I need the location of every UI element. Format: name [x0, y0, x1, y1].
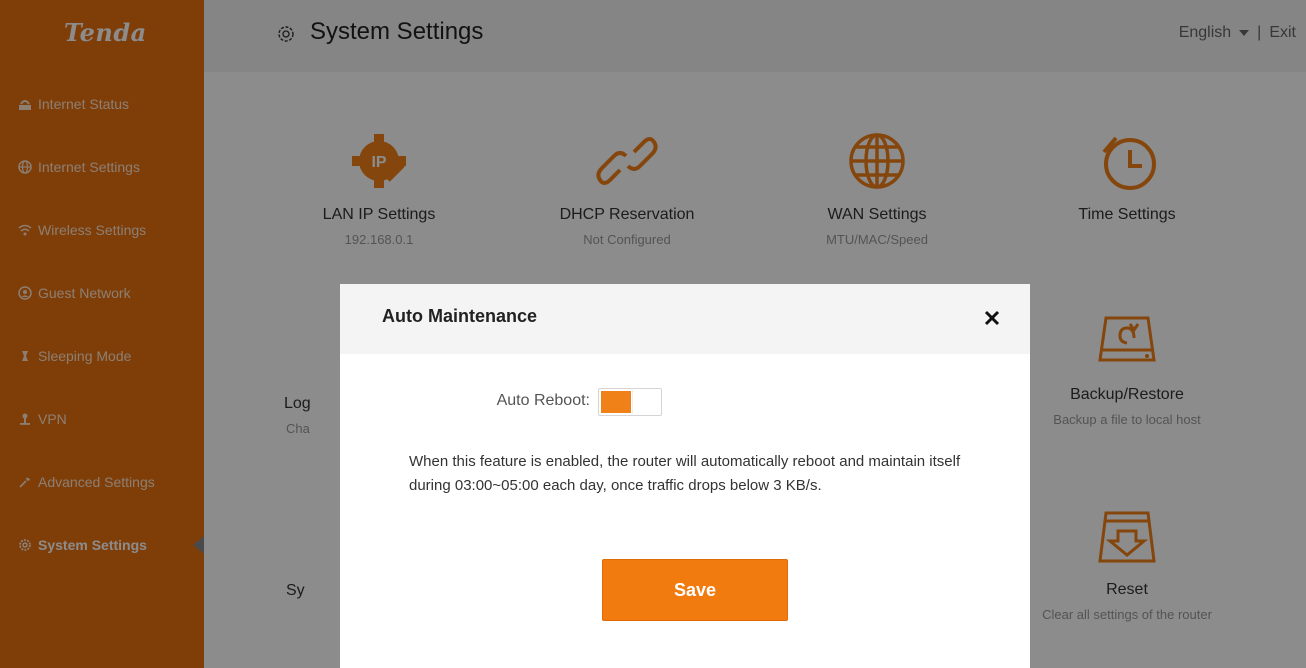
auto-maintenance-dialog: Auto Maintenance Auto Reboot: When this …	[340, 284, 1030, 668]
auto-reboot-label: Auto Reboot:	[496, 392, 590, 409]
close-button[interactable]	[980, 304, 1004, 332]
dialog-title: Auto Maintenance	[382, 306, 538, 326]
toggle-on-indicator	[601, 391, 631, 413]
close-icon	[984, 310, 1000, 326]
auto-reboot-description: When this feature is enabled, the router…	[409, 453, 961, 494]
auto-reboot-row: Auto Reboot:	[340, 388, 1030, 416]
save-button[interactable]: Save	[602, 559, 788, 621]
auto-reboot-toggle[interactable]	[598, 388, 662, 416]
toggle-knob	[632, 390, 660, 414]
dialog-header: Auto Maintenance	[340, 284, 1030, 354]
